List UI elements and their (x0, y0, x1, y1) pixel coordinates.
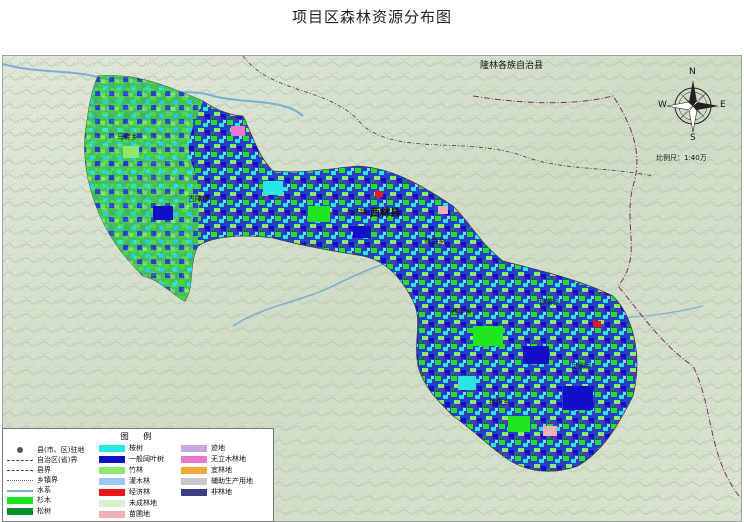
autonomous-county-label: 隆林各族自治县 (480, 61, 544, 71)
legend-item-economic-forest: 经济林 (99, 487, 150, 497)
legend-item-nursery: 苗圃地 (99, 509, 150, 519)
legend-item-non-forest-land: 非林地 (181, 487, 232, 497)
legend-item-shrub: 灌木林 (99, 476, 150, 486)
legend-item-eucalyptus: 桉树 (99, 443, 143, 453)
compass-north-label: N (689, 67, 696, 77)
map-title: 项目区森林资源分布图 (291, 8, 452, 26)
county-seat-icon (17, 447, 23, 453)
scale-text: 比例尺：1:40万 (656, 154, 707, 162)
legend-item-immature-forest: 未成林地 (99, 498, 157, 508)
township-label: 普合乡 (424, 237, 445, 245)
legend-item-provincial-boundary: 自治区(省)界 (7, 455, 77, 465)
township-label: 足别乡 (571, 362, 592, 370)
legend-item-treeless-forest-land: 无立木林地 (181, 454, 246, 464)
township-label: 古障镇 (188, 195, 209, 203)
township-label: 马蚌乡 (117, 133, 138, 141)
legend-item-water-system: 水系 (7, 485, 51, 495)
compass-west-label: W (658, 100, 667, 110)
legend-item-auxiliary-land: 辅助生产用地 (181, 476, 253, 486)
township-label: 那劳乡 (539, 298, 560, 306)
township-label: 那佐乡 (489, 398, 510, 406)
legend-item-suitable-forest-land: 宜林地 (181, 465, 232, 475)
legend-item-fir: 杉木 (7, 495, 51, 505)
legend-item-county-seat: 县(市、区)驻地 (7, 445, 84, 455)
legend-item-pine: 松树 (7, 506, 51, 516)
legend-item-bamboo: 竹林 (99, 465, 143, 475)
legend-item-county-boundary: 县界 (7, 465, 51, 475)
compass-south-label: S (690, 133, 696, 143)
legend-item-cutover-land: 迹地 (181, 443, 225, 453)
compass-east-label: E (720, 100, 726, 110)
legend-item-broadleaf: 一般阔叶树 (99, 454, 164, 464)
township-label: 西平乡 (451, 308, 472, 316)
legend-title: 图 例 (120, 432, 158, 441)
township-label: 八达镇 (346, 208, 367, 216)
county-seat-label: 西林县 (370, 208, 400, 219)
legend-item-township-boundary: 乡镇界 (7, 475, 58, 485)
legend: 图 例 县(市、区)驻地 自治区(省)界 县界 乡镇界 水系 杉木 松树 桉树 … (2, 428, 274, 522)
